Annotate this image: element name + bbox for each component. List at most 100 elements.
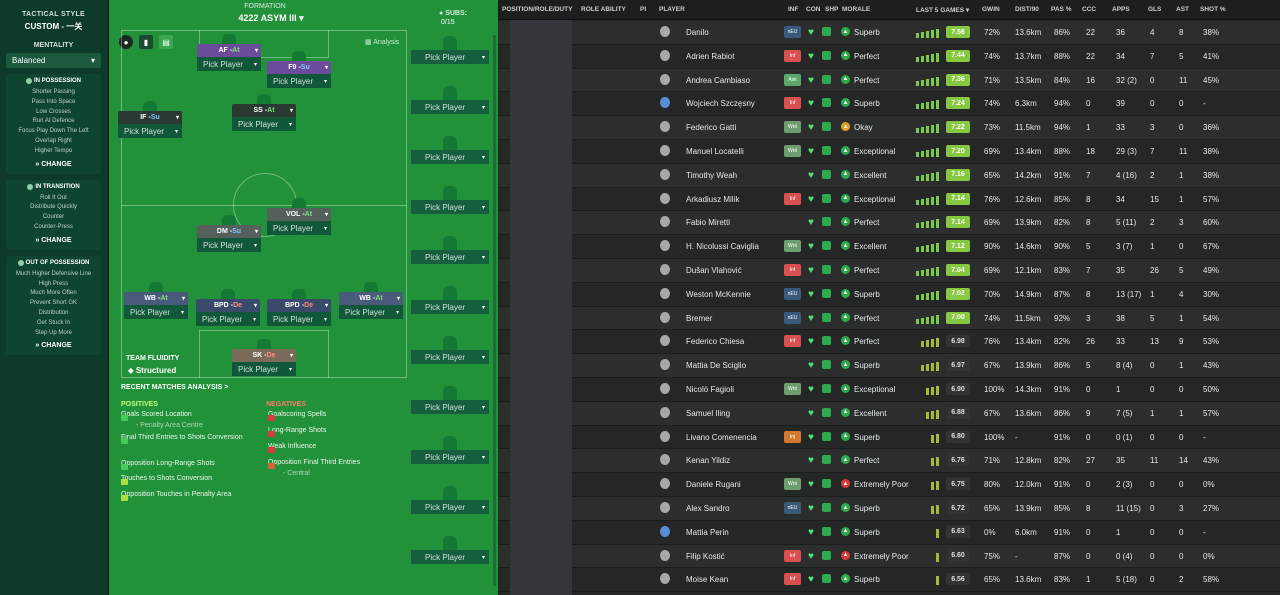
pick-player-select[interactable]: Pick Player ▾ — [411, 150, 489, 164]
pick-player-select[interactable]: Pick Player ▾ — [411, 400, 489, 414]
pick-player-select[interactable]: Pick Player ▾ — [267, 74, 331, 88]
pick-player-select[interactable]: Pick Player ▾ — [411, 100, 489, 114]
formation-slot[interactable]: IF - Su ▾ Pick Player ▾ — [118, 101, 182, 138]
col-ccc[interactable]: CCC — [1082, 6, 1096, 13]
table-row[interactable]: -Kenan Yildiz♥▲Perfect6.7671%12.8km82%27… — [498, 449, 1280, 474]
sub-slot[interactable]: Pick Player ▾ — [411, 336, 489, 364]
role-select[interactable]: F9 - Su ▾ — [267, 61, 331, 74]
pick-player-select[interactable]: Pick Player ▾ — [411, 450, 489, 464]
table-row[interactable]: -DanilonEU♥▲Superb7.5672%13.6km86%223648… — [498, 21, 1280, 45]
role-select[interactable]: VOL - At ▾ — [267, 208, 331, 221]
change-in-possession-button[interactable]: » CHANGE — [8, 161, 99, 168]
role-select[interactable]: AF - At ▾ — [197, 44, 261, 57]
col-inf[interactable]: INF — [788, 6, 798, 13]
pick-player-select[interactable]: Pick Player ▾ — [411, 550, 489, 564]
pick-player-select[interactable]: Pick Player ▾ — [232, 117, 296, 131]
formation-slot[interactable]: WB - At ▾ Pick Player ▾ — [339, 282, 403, 319]
col-role-ability[interactable]: ROLE ABILITY — [581, 6, 626, 13]
table-row[interactable]: -Andrea CambiasoAsk♥▲Perfect7.3671%13.5k… — [498, 68, 1280, 93]
table-row[interactable]: -Mattia De Sciglio♥▲Superb6.9767%13.9km8… — [498, 354, 1280, 378]
pick-player-select[interactable]: Pick Player ▾ — [118, 124, 182, 138]
col-ast[interactable]: AST — [1176, 6, 1189, 13]
sub-slot[interactable]: Pick Player ▾ — [411, 286, 489, 314]
role-select[interactable]: WB - At ▾ — [339, 292, 403, 305]
sub-slot[interactable]: Pick Player ▾ — [411, 386, 489, 414]
table-row[interactable]: -Livano ComenenciaInj♥▲Superb6.80100%-91… — [498, 426, 1280, 450]
role-select[interactable]: SS - At ▾ — [232, 104, 296, 117]
col-con[interactable]: CON — [806, 6, 820, 13]
sub-slot[interactable]: Pick Player ▾ — [411, 136, 489, 164]
table-row[interactable]: -Moise KeanInf♥▲Superb6.5665%13.6km83%15… — [498, 568, 1280, 593]
formation-slot[interactable]: DM - Su ▾ Pick Player ▾ — [197, 215, 261, 252]
mentality-select[interactable]: Balanced ▾ — [6, 53, 101, 68]
formation-slot[interactable]: BPD - De ▾ Pick Player ▾ — [196, 289, 260, 326]
col-shot[interactable]: SHOT % — [1200, 6, 1226, 13]
role-select[interactable]: BPD - De ▾ — [196, 299, 260, 312]
role-select[interactable]: BPD - De ▾ — [267, 299, 331, 312]
table-row[interactable]: -Weston McKennienEU♥▲Superb7.0270%14.9km… — [498, 283, 1280, 307]
role-select[interactable]: WB - At ▾ — [124, 292, 188, 305]
col-gwin[interactable]: GWIN — [982, 6, 1000, 13]
subs-scrollbar[interactable] — [493, 35, 496, 586]
sub-slot[interactable]: Pick Player ▾ — [411, 236, 489, 264]
pick-player-select[interactable]: Pick Player ▾ — [411, 200, 489, 214]
pick-player-select[interactable]: Pick Player ▾ — [411, 350, 489, 364]
role-select[interactable]: DM - Su ▾ — [197, 225, 261, 238]
table-row[interactable]: -BremernEU♥▲Perfect7.0074%11.5km92%33851… — [498, 306, 1280, 331]
formation-slot[interactable]: WB - At ▾ Pick Player ▾ — [124, 282, 188, 319]
col-apps[interactable]: APPS — [1112, 6, 1130, 13]
table-row[interactable]: -Filip KostićInf♥▲Extremely Poor6.6075%-… — [498, 544, 1280, 569]
table-row[interactable]: -Alex SandronEU♥▲Superb6.7265%13.9km85%8… — [498, 497, 1280, 521]
sub-slot[interactable]: Pick Player ▾ — [411, 486, 489, 514]
table-row[interactable]: -Dušan VlahovićInf♥▲Perfect7.0469%12.1km… — [498, 259, 1280, 283]
sub-slot[interactable]: Pick Player ▾ — [411, 436, 489, 464]
table-row[interactable]: -Federico ChiesaInf♥▲Perfect6.9876%13.4k… — [498, 330, 1280, 355]
tactical-style-select[interactable]: CUSTOM - 一关 — [0, 21, 107, 32]
pick-player-select[interactable]: Pick Player ▾ — [197, 57, 261, 71]
formation-select[interactable]: 4222 ASYM III ▾ — [221, 13, 321, 24]
pick-player-select[interactable]: Pick Player ▾ — [411, 500, 489, 514]
col-pas[interactable]: PAS % — [1051, 6, 1071, 13]
formation-slot[interactable]: SS - At ▾ Pick Player ▾ — [232, 94, 296, 131]
change-in-transition-button[interactable]: » CHANGE — [8, 237, 99, 244]
pick-player-select[interactable]: Pick Player ▾ — [124, 305, 188, 319]
role-select[interactable]: SK - De ▾ — [232, 349, 296, 362]
sub-slot[interactable]: Pick Player ▾ — [411, 36, 489, 64]
table-row[interactable]: -Arkadiusz MilikInf♥▲Exceptional7.1476%1… — [498, 188, 1280, 212]
table-row[interactable]: -Nicolò FagioliWnt♥▲Exceptional6.90100%1… — [498, 378, 1280, 402]
formation-slot[interactable]: BPD - De ▾ Pick Player ▾ — [267, 289, 331, 326]
change-out-of-possession-button[interactable]: » CHANGE — [8, 342, 99, 349]
col-pi[interactable]: PI — [640, 6, 646, 13]
col-player[interactable]: PLAYER — [659, 6, 685, 13]
col-shp[interactable]: SHP — [825, 6, 838, 13]
role-select[interactable]: IF - Su ▾ — [118, 111, 182, 124]
col-morale[interactable]: MORALE — [842, 6, 870, 13]
recent-matches-analysis-link[interactable]: RECENT MATCHES ANALYSIS > — [121, 384, 228, 391]
col-position-role-duty[interactable]: POSITION/ROLE/DUTY — [502, 6, 572, 13]
pick-player-select[interactable]: Pick Player ▾ — [411, 50, 489, 64]
pick-player-select[interactable]: Pick Player ▾ — [267, 221, 331, 235]
sub-slot[interactable]: Pick Player ▾ — [411, 186, 489, 214]
formation-slot[interactable]: SK - De ▾ Pick Player ▾ — [232, 339, 296, 376]
pick-player-select[interactable]: Pick Player ▾ — [196, 312, 260, 326]
table-row[interactable]: - Wojciech Szczęsny Inf ♥ ▲ Superb 7.24 74% 6.3k… — [498, 92, 1280, 117]
table-row[interactable]: -Samuel Iling♥▲Excellent6.8867%13.6km86%… — [498, 401, 1280, 426]
table-row[interactable]: -H. Nicolussi CavigliaWnt♥▲Excellent7.12… — [498, 235, 1280, 259]
formation-slot[interactable]: VOL - At ▾ Pick Player ▾ — [267, 198, 331, 235]
pick-player-select[interactable]: Pick Player ▾ — [411, 300, 489, 314]
formation-slot[interactable]: AF - At ▾ Pick Player ▾ — [197, 34, 261, 71]
pick-player-select[interactable]: Pick Player ▾ — [267, 312, 331, 326]
table-row[interactable]: -Mattia Perin♥▲Superb6.630%6.0km91%0100- — [498, 521, 1280, 545]
pick-player-select[interactable]: Pick Player ▾ — [411, 250, 489, 264]
table-row[interactable]: -Adrien RabiotInf♥▲Perfect7.4474%13.7km8… — [498, 45, 1280, 69]
pick-player-select[interactable]: Pick Player ▾ — [197, 238, 261, 252]
col-gls[interactable]: GLS — [1148, 6, 1161, 13]
pick-player-select[interactable]: Pick Player ▾ — [339, 305, 403, 319]
table-row[interactable]: -Manuel LocatelliWnt♥▲Exceptional7.2069%… — [498, 140, 1280, 164]
sub-slot[interactable]: Pick Player ▾ — [411, 536, 489, 564]
table-row[interactable]: -Fabio Miretti♥▲Perfect7.1469%13.9km82%8… — [498, 211, 1280, 236]
col-last-5-games[interactable]: LAST 5 GAMES ▾ — [916, 6, 969, 14]
table-row[interactable]: -Federico GattiWnt♥▲Okay7.2273%11.5km94%… — [498, 116, 1280, 140]
table-row[interactable]: -Timothy Weah♥▲Excellent7.1665%14.2km91%… — [498, 163, 1280, 188]
pick-player-select[interactable]: Pick Player ▾ — [232, 362, 296, 376]
